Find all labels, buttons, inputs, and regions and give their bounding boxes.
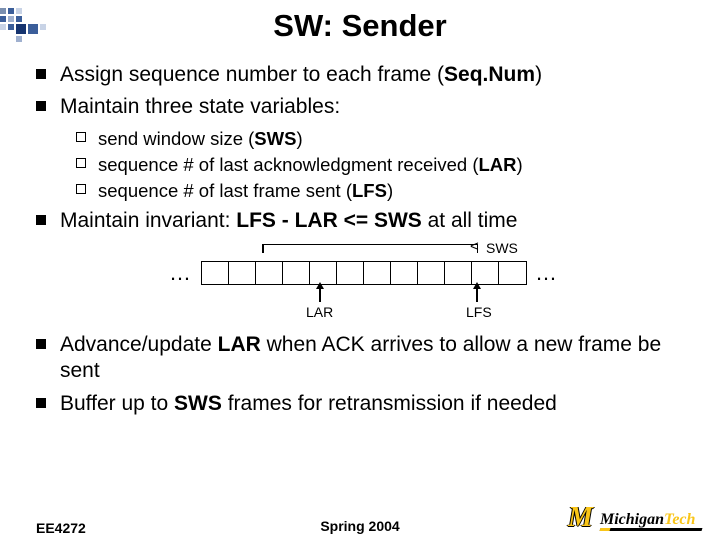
frame-cell xyxy=(337,262,364,284)
hollow-square-bullet-icon xyxy=(76,132,86,142)
frame-cell xyxy=(418,262,445,284)
sub-bullet-text: sequence # of last acknowledgment receiv… xyxy=(98,153,523,176)
window-diagram: < SWS … … LAR LFS xyxy=(154,244,574,324)
frame-cell xyxy=(229,262,256,284)
bullet-text: Assign sequence number to each frame (Se… xyxy=(60,62,542,88)
bullet-text: Advance/update LAR when ACK arrives to a… xyxy=(60,332,692,385)
frame-cell xyxy=(364,262,391,284)
bullet-item: Maintain three state variables: xyxy=(36,94,692,120)
square-bullet-icon xyxy=(36,69,46,79)
square-bullet-icon xyxy=(36,215,46,225)
bullet-text: Maintain invariant: LFS - LAR <= SWS at … xyxy=(60,208,517,234)
bullet-item: Maintain invariant: LFS - LAR <= SWS at … xyxy=(36,208,692,234)
bullet-item: Buffer up to SWS frames for retransmissi… xyxy=(36,391,692,417)
bullet-item: Assign sequence number to each frame (Se… xyxy=(36,62,692,88)
square-bullet-icon xyxy=(36,398,46,408)
square-bullet-icon xyxy=(36,339,46,349)
frame-cell xyxy=(391,262,418,284)
dots-right: … xyxy=(535,260,559,286)
frame-cell xyxy=(202,262,229,284)
slide-footer: EE4272 Spring 2004 M MichiganTech xyxy=(0,506,720,536)
frame-cell xyxy=(310,262,337,284)
logo-text-michigan: Michigan xyxy=(600,512,664,528)
sub-bullet-text: sequence # of last frame sent (LFS) xyxy=(98,179,393,202)
frame-cell xyxy=(445,262,472,284)
sub-bullet-text: send window size (SWS) xyxy=(98,127,303,150)
course-code: EE4272 xyxy=(36,520,86,536)
sub-bullet-item: send window size (SWS) xyxy=(76,127,692,150)
lar-pointer-label: LAR xyxy=(306,304,333,320)
bullet-item: Advance/update LAR when ACK arrives to a… xyxy=(36,332,692,385)
frame-cell xyxy=(499,262,526,284)
logo-text-tech: Tech xyxy=(664,512,695,528)
bullet-text: Maintain three state variables: xyxy=(60,94,340,120)
frame-cell xyxy=(283,262,310,284)
hollow-square-bullet-icon xyxy=(76,184,86,194)
sub-bullet-item: sequence # of last acknowledgment receiv… xyxy=(76,153,692,176)
lar-arrow-icon xyxy=(319,288,321,302)
frame-cell xyxy=(472,262,499,284)
slide-content: Assign sequence number to each frame (Se… xyxy=(0,44,720,417)
dots-left: … xyxy=(169,260,193,286)
sws-label: SWS xyxy=(486,240,518,256)
term-label: Spring 2004 xyxy=(320,518,399,534)
bullet-text: Buffer up to SWS frames for retransmissi… xyxy=(60,391,557,417)
square-bullet-icon xyxy=(36,101,46,111)
michigantech-logo: M MichiganTech xyxy=(560,506,702,536)
sub-bullet-item: sequence # of last frame sent (LFS) xyxy=(76,179,692,202)
frame-cell xyxy=(256,262,283,284)
lfs-pointer-label: LFS xyxy=(466,304,492,320)
sws-bracket xyxy=(262,244,478,260)
hollow-square-bullet-icon xyxy=(76,158,86,168)
corner-decoration xyxy=(0,8,110,44)
lfs-arrow-icon xyxy=(476,288,478,302)
